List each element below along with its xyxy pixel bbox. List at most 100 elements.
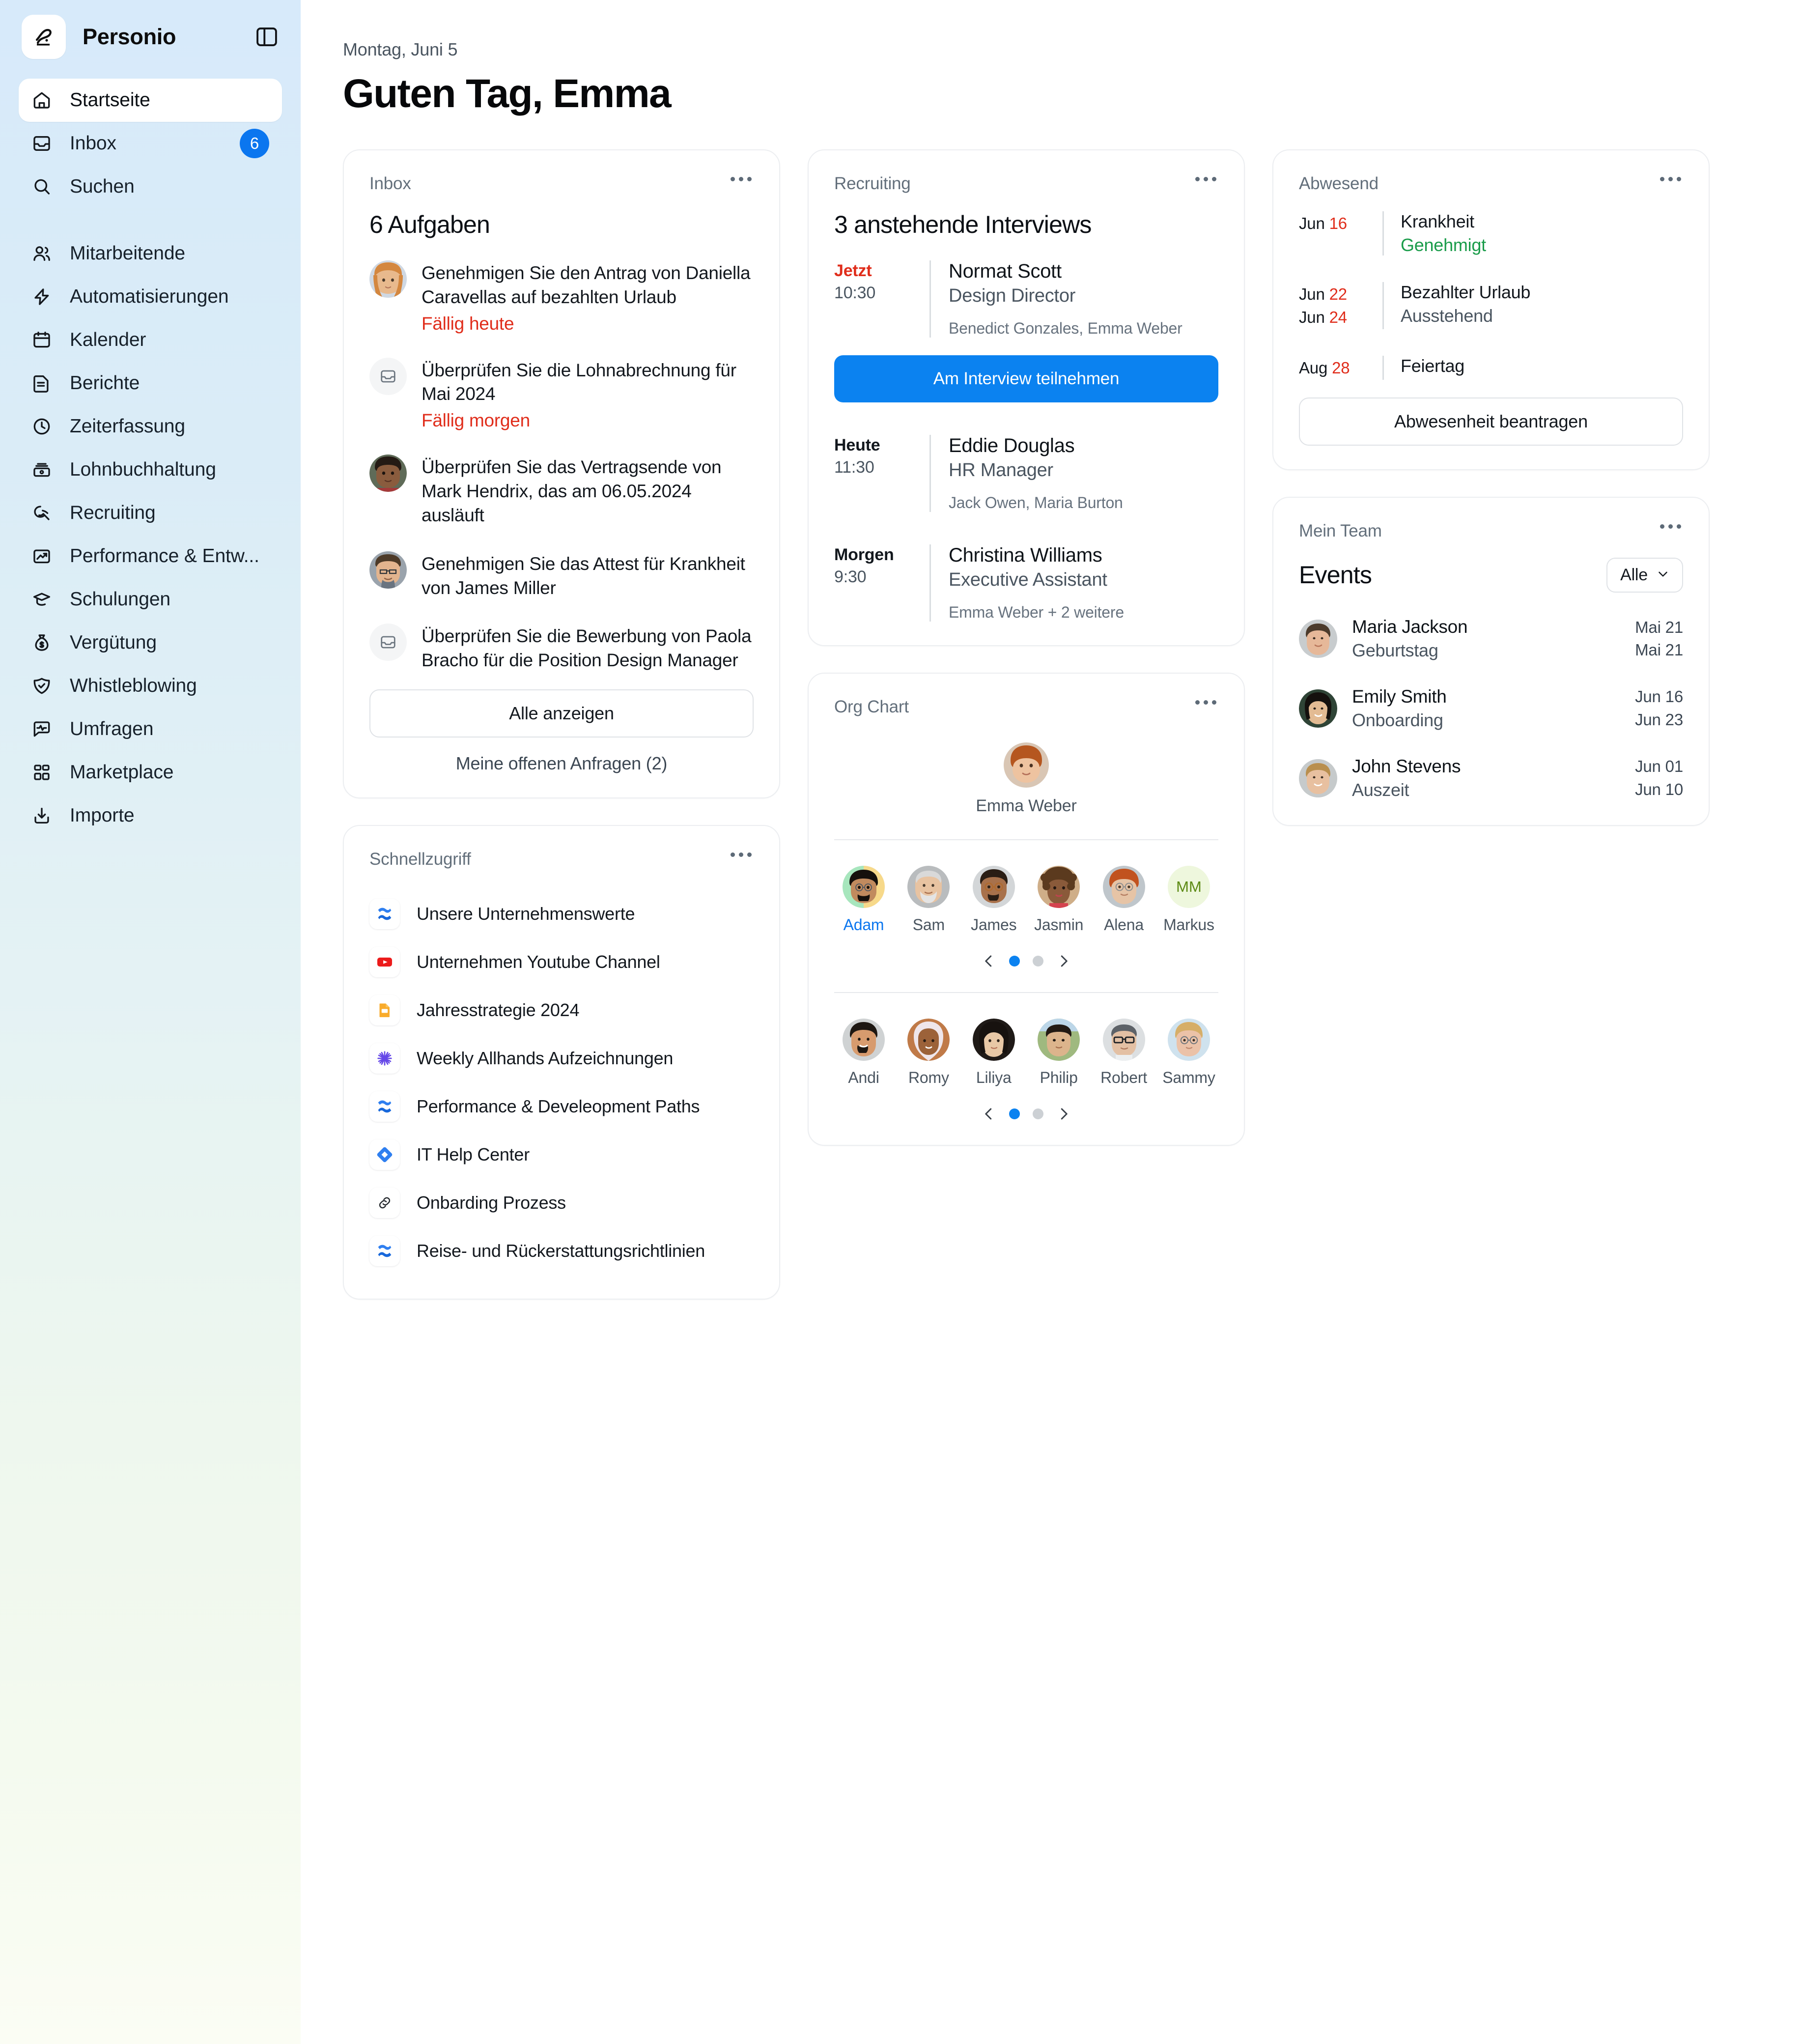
avatar	[1167, 1019, 1210, 1061]
avatar	[1299, 689, 1337, 728]
avatar	[843, 866, 885, 908]
sidebar-item-zeiterfassung[interactable]: Zeiterfassung	[19, 405, 282, 448]
list-item[interactable]: Jun 16 Krankheit Genehmigt	[1299, 211, 1683, 256]
sidebar-item-schulungen[interactable]: Schulungen	[19, 578, 282, 621]
inbox-placeholder-icon	[369, 357, 407, 395]
org-person[interactable]: Philip	[1029, 1019, 1088, 1087]
org-person-name: Philip	[1040, 1069, 1078, 1086]
carousel-dot-active[interactable]	[1009, 1108, 1020, 1119]
list-item[interactable]: Überprüfen Sie das Vertragsende von Mark…	[369, 454, 754, 527]
chevron-left-icon[interactable]	[982, 954, 996, 968]
sidebar-item-umfragen[interactable]: Umfragen	[19, 708, 282, 751]
sidebar-item-mitarbeitende[interactable]: Mitarbeitende	[19, 232, 282, 275]
sidebar-item-performance-entwicklung[interactable]: Performance & Entw...	[19, 535, 282, 578]
sidebar-item-recruiting[interactable]: Recruiting	[19, 491, 282, 535]
org-person[interactable]: Sammy	[1159, 1019, 1218, 1087]
org-person[interactable]: Robert	[1095, 1019, 1154, 1087]
org-chart-row-1: Adam Sam James Jasmin Alena MM Markus	[834, 866, 1218, 934]
list-item[interactable]: Maria Jackson Geburtstag Mai 21 Mai 21	[1299, 616, 1683, 662]
sidebar-item-kalender[interactable]: Kalender	[19, 318, 282, 362]
absence-day: 22	[1329, 285, 1348, 303]
sidebar-item-marketplace[interactable]: Marketplace	[19, 751, 282, 794]
quick-access-menu-icon[interactable]	[729, 850, 754, 860]
my-team-menu-icon[interactable]	[1658, 521, 1683, 532]
list-item[interactable]: Aug 28 Feiertag	[1299, 355, 1683, 380]
org-chart-menu-icon[interactable]	[1193, 697, 1218, 708]
join-interview-button[interactable]: Am Interview teilnehmen	[834, 355, 1218, 402]
dashboard-column-left: Inbox 6 Aufgaben Genehmigen Sie den Antr…	[343, 149, 780, 1300]
absence-details: Krankheit Genehmigt	[1401, 211, 1486, 256]
event-date-start: Jun 16	[1635, 687, 1683, 706]
list-item[interactable]: Genehmigen Sie den Antrag von Daniella C…	[369, 260, 754, 334]
request-absence-button[interactable]: Abwesenheit beantragen	[1299, 397, 1683, 446]
org-person[interactable]: Alena	[1095, 866, 1154, 934]
event-date-start: Jun 01	[1635, 757, 1683, 776]
list-item[interactable]: Unternehmen Youtube Channel	[369, 938, 754, 986]
org-person[interactable]: Romy	[899, 1019, 958, 1087]
org-person[interactable]: Sam	[899, 866, 958, 934]
absence-details: Feiertag	[1401, 356, 1464, 380]
list-item[interactable]: Genehmigen Sie das Attest für Krankheit …	[369, 551, 754, 600]
sidebar-item-berichte[interactable]: Berichte	[19, 362, 282, 405]
personio-p-logo	[22, 15, 66, 59]
chevron-right-icon[interactable]	[1056, 1107, 1071, 1121]
list-item[interactable]: Emily Smith Onboarding Jun 16 Jun 23	[1299, 685, 1683, 732]
interview-role: HR Manager	[949, 460, 1053, 481]
sidebar-item-whistleblowing[interactable]: Whistleblowing	[19, 664, 282, 708]
list-item[interactable]: Unsere Unternehmenswerte	[369, 890, 754, 938]
inbox-card-menu-icon[interactable]	[729, 174, 754, 184]
sidebar-item-startseite[interactable]: Startseite	[19, 79, 282, 122]
sidebar-item-automatisierungen[interactable]: Automatisierungen	[19, 275, 282, 318]
carousel-dot[interactable]	[1033, 1108, 1043, 1119]
events-filter-value: Alle	[1620, 565, 1648, 584]
sidebar-item-suchen[interactable]: Suchen	[19, 165, 282, 208]
list-item[interactable]: Jetzt 10:30 Normat Scott Design Director…	[834, 260, 1218, 338]
sidebar-item-label: Whistleblowing	[70, 675, 197, 696]
interview-attendees: Emma Weber + 2 weitere	[949, 603, 1124, 621]
absence-card-menu-icon[interactable]	[1658, 174, 1683, 184]
sidebar-toggle-icon[interactable]	[252, 22, 282, 52]
list-item[interactable]: Jahresstrategie 2024	[369, 986, 754, 1034]
org-person[interactable]: James	[964, 866, 1023, 934]
interview-candidate-name: Christina Williams	[949, 544, 1102, 566]
org-person[interactable]: Andi	[834, 1019, 893, 1087]
list-item[interactable]: Onbarding Prozess	[369, 1179, 754, 1227]
org-person[interactable]: Liliya	[964, 1019, 1023, 1087]
list-item[interactable]: Heute 11:30 Eddie Douglas HR Manager Jac…	[834, 435, 1218, 512]
interview-when: Jetzt 10:30	[834, 260, 929, 338]
list-item[interactable]: Morgen 9:30 Christina Williams Executive…	[834, 544, 1218, 622]
org-chart-root-person[interactable]: Emma Weber	[834, 742, 1218, 816]
list-item[interactable]: John Stevens Auszeit Jun 01 Jun 10	[1299, 755, 1683, 801]
list-item[interactable]: Reise- und Rückerstattungsrichtlinien	[369, 1227, 754, 1275]
sidebar-item-lohnbuchhaltung[interactable]: Lohnbuchhaltung	[19, 448, 282, 491]
quick-access-label: Unternehmen Youtube Channel	[417, 952, 660, 972]
sidebar-item-inbox[interactable]: Inbox 6	[19, 122, 282, 165]
chevron-right-icon[interactable]	[1056, 954, 1071, 968]
list-item[interactable]: Überprüfen Sie die Lohnabrechnung für Ma…	[369, 357, 754, 431]
org-person[interactable]: MM Markus	[1159, 866, 1218, 934]
interview-time: 9:30	[834, 568, 867, 586]
chevron-left-icon[interactable]	[982, 1107, 996, 1121]
list-item[interactable]: Überprüfen Sie die Bewerbung von Paola B…	[369, 624, 754, 673]
sidebar-item-importe[interactable]: Importe	[19, 794, 282, 837]
org-person[interactable]: Adam	[834, 866, 893, 934]
list-item[interactable]: Performance & Develeopment Paths	[369, 1082, 754, 1131]
list-item[interactable]: Jun 22 Jun 24 Bezahlter Urlaub Ausstehen…	[1299, 282, 1683, 329]
recruiting-card-menu-icon[interactable]	[1193, 174, 1218, 184]
interview-candidate-name: Eddie Douglas	[949, 435, 1075, 456]
list-item[interactable]: IT Help Center	[369, 1131, 754, 1179]
sidebar-item-label: Importe	[70, 805, 135, 826]
carousel-dot-active[interactable]	[1009, 956, 1020, 966]
show-all-button[interactable]: Alle anzeigen	[369, 689, 754, 738]
carousel-dot[interactable]	[1033, 956, 1043, 966]
page-title: Guten Tag, Emma	[343, 71, 672, 116]
my-open-requests-link[interactable]: Meine offenen Anfragen (2)	[369, 753, 754, 774]
list-item[interactable]: Weekly Allhands Aufzeichnungen	[369, 1034, 754, 1082]
sidebar-item-verguetung[interactable]: Vergütung	[19, 621, 282, 664]
interview-candidate-name: Normat Scott	[949, 260, 1062, 282]
org-person[interactable]: Jasmin	[1029, 866, 1088, 934]
events-filter-select[interactable]: Alle	[1606, 557, 1683, 593]
avatar	[972, 866, 1015, 908]
people-icon	[31, 243, 56, 264]
event-kind: Onboarding	[1352, 710, 1443, 731]
